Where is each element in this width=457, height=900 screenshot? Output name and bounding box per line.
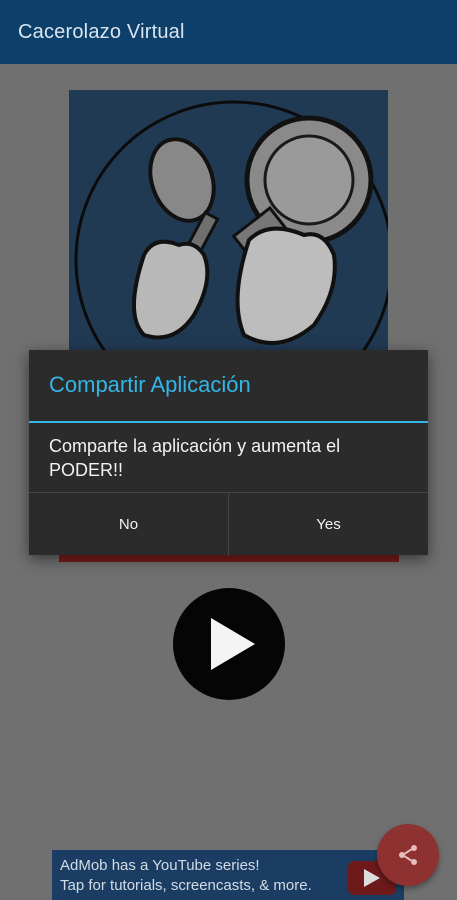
dialog-button-bar: No Yes: [29, 492, 428, 556]
pot-and-spoon-illustration: [74, 100, 388, 370]
app-title: Cacerolazo Virtual: [18, 20, 185, 43]
dialog-title: Compartir Aplicación: [49, 372, 251, 397]
share-icon: [399, 845, 417, 865]
play-icon: [211, 618, 255, 670]
no-button[interactable]: No: [29, 493, 228, 556]
cacerolazo-illustration: [69, 90, 388, 370]
ad-line-2: Tap for tutorials, screencasts, & more.: [60, 877, 312, 894]
yes-button[interactable]: Yes: [228, 493, 428, 556]
dialog-title-divider: [29, 421, 428, 423]
play-button[interactable]: [173, 588, 285, 700]
share-dialog: Compartir Aplicación Comparte la aplicac…: [29, 350, 428, 556]
dialog-message: Comparte la aplicación y aumenta el PODE…: [49, 436, 341, 480]
app-bar: Cacerolazo Virtual: [0, 0, 457, 64]
ad-line-1: AdMob has a YouTube series!: [60, 857, 260, 874]
admob-banner[interactable]: AdMob has a YouTube series! Tap for tuto…: [52, 850, 404, 900]
share-fab-button[interactable]: [377, 824, 439, 886]
